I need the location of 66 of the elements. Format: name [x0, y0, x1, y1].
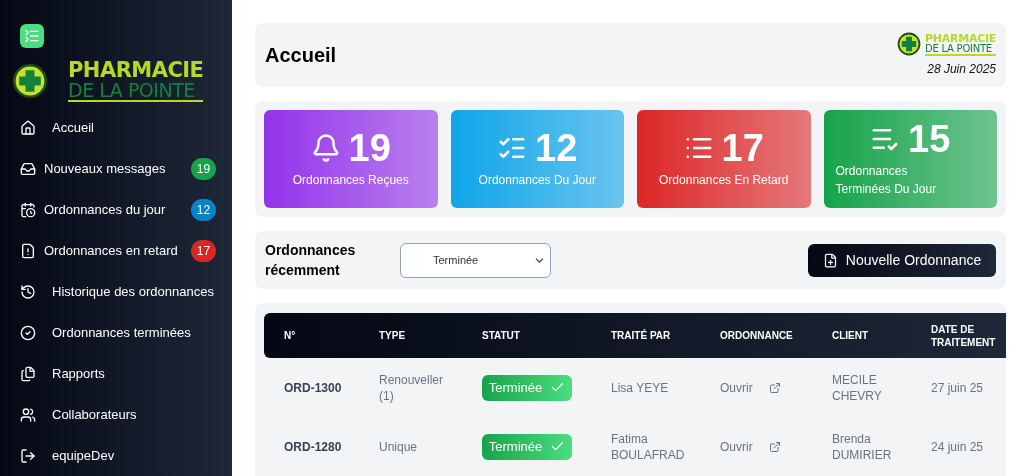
sidebar-item[interactable]: Historique des ordonnances: [12, 278, 220, 306]
documents-icon: [20, 366, 36, 382]
column-header: N°: [284, 329, 297, 342]
users-icon: [20, 407, 36, 423]
column-header: ORDONNANCE: [720, 329, 794, 342]
sidebar-item[interactable]: Ordonnances en retard 17: [12, 237, 220, 265]
status-select[interactable]: Terminée: [400, 242, 551, 278]
logo-title: PHARMACIE: [68, 60, 204, 81]
check-circle-icon: [20, 325, 36, 341]
menu-toggle-button[interactable]: [20, 24, 44, 48]
status-badge: Terminée: [482, 374, 572, 401]
history-icon: [20, 284, 36, 300]
inbox-icon: [20, 161, 36, 177]
open-link[interactable]: Ouvrir: [720, 438, 753, 455]
stat-value: 12: [535, 129, 578, 167]
file-alert-icon: [20, 243, 36, 259]
logo-title: PHARMACIE: [925, 32, 996, 44]
table-cell-text: 27 juin 25: [931, 379, 985, 396]
table-cell-text: MECILE CHEVRY: [832, 371, 883, 404]
column-header: CLIENT: [832, 329, 870, 342]
stat-value: 17: [721, 129, 764, 167]
stat-label: Ordonnances Du Jour: [478, 172, 596, 189]
calendar-clock-icon: [20, 202, 36, 218]
sidebar-item[interactable]: equipeDev: [12, 442, 220, 470]
table-cell-text: Renouveller (1): [379, 371, 445, 404]
stat-label: Ordonnances Reçues: [292, 172, 409, 189]
new-prescription-button[interactable]: Nouvelle Ordonnance: [808, 243, 996, 277]
column-header: STATUT: [482, 329, 521, 342]
sidebar-item[interactable]: Accueil: [12, 114, 220, 142]
count-badge: 19: [191, 158, 216, 180]
table-cell-text: ORD-1300: [284, 379, 343, 396]
column-header: TYPE: [379, 329, 407, 342]
sidebar-item[interactable]: Ordonnances terminées: [12, 319, 220, 347]
sidebar-item[interactable]: Ordonnances du jour 12: [12, 196, 220, 224]
column-header: TRAITÉ PAR: [611, 329, 672, 342]
stat-label: Ordonnances En Retard: [659, 172, 789, 189]
status-badge: Terminée: [482, 433, 572, 460]
section-title: Ordonnances récemment: [265, 241, 357, 280]
sidebar-item[interactable]: Nouveaux messages 19: [12, 155, 220, 183]
table-cell-text: Fatima BOULAFRAD: [611, 430, 686, 463]
table-cell-text: Unique: [379, 438, 419, 455]
stat-label: Ordonnances Terminées Du Jour: [835, 163, 938, 198]
logo-subtitle: DE LA POINTE: [68, 81, 204, 102]
sidebar-item[interactable]: Collaborateurs: [12, 401, 220, 429]
date-label: 28 Juin 2025: [927, 61, 996, 78]
logo-subtitle: DE LA POINTE: [925, 43, 996, 56]
sidebar-item[interactable]: Rapports: [12, 360, 220, 388]
table-cell-text: Lisa YEYE: [611, 379, 670, 396]
cross-logo-icon: [897, 32, 922, 56]
open-link[interactable]: Ouvrir: [720, 379, 753, 396]
external-link-icon: [768, 440, 781, 453]
stat-value: 19: [348, 129, 391, 167]
menu-collapse-icon: [24, 28, 40, 44]
cross-logo-icon: [12, 63, 48, 99]
stat-value: 15: [908, 120, 951, 158]
home-icon: [20, 120, 36, 136]
file-plus-icon: [822, 252, 838, 268]
column-header: DATE DE TRAITEMENT: [931, 322, 997, 349]
table-cell-text: 24 juin 25: [931, 438, 985, 455]
external-link-icon: [768, 381, 781, 394]
count-badge: 17: [191, 240, 216, 262]
table-cell-text: Brenda DUMIRIER: [832, 430, 893, 463]
table-cell-text: ORD-1280: [284, 438, 343, 455]
page-title: Accueil: [265, 43, 337, 68]
logout-icon: [20, 448, 36, 464]
count-badge: 12: [191, 199, 216, 221]
